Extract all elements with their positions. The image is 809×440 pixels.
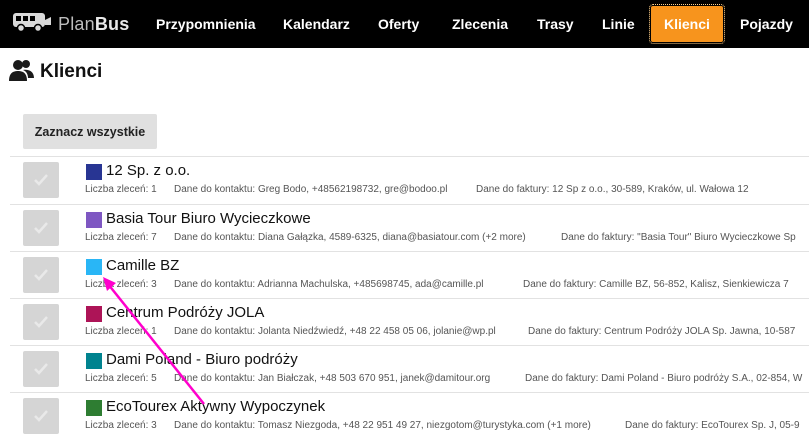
invoice-details: Dane do faktury: Camille BZ, 56-852, Kal…: [523, 279, 789, 290]
nav-item-kalendarz[interactable]: Kalendarz: [283, 6, 350, 42]
nav-item-trasy[interactable]: Trasy: [537, 6, 574, 42]
invoice-details: Dane do faktury: EcoTourex Sp. J, 05-9: [625, 420, 800, 431]
check-icon: [34, 410, 48, 422]
client-name[interactable]: Dami Poland - Biuro podróży: [106, 351, 298, 368]
invoice-details: Dane do faktury: 12 Sp z o.o., 30-589, K…: [476, 184, 749, 195]
nav-item-linie[interactable]: Linie: [602, 6, 635, 42]
brand-logo[interactable]: PlanBus: [12, 0, 129, 48]
nav-item-przypomnienia[interactable]: Przypomnienia: [156, 6, 256, 42]
contact-details: Dane do kontaktu: Tomasz Niezgoda, +48 2…: [174, 420, 591, 431]
orders-count: Liczba zleceń: 1: [85, 184, 157, 195]
contact-details: Dane do kontaktu: Diana Gałązka, 4589-63…: [174, 232, 526, 243]
check-icon: [34, 222, 48, 234]
client-color-swatch: [86, 400, 102, 416]
check-icon: [34, 316, 48, 328]
orders-count: Liczba zleceń: 3: [85, 420, 157, 431]
select-all-button[interactable]: Zaznacz wszystkie: [23, 114, 157, 149]
client-row[interactable]: Basia Tour Biuro Wycieczkowe Liczba zlec…: [10, 204, 809, 252]
client-name[interactable]: Basia Tour Biuro Wycieczkowe: [106, 210, 311, 227]
page-header: Klienci: [9, 58, 102, 86]
check-icon: [34, 174, 48, 186]
bus-logo-icon: [12, 10, 52, 39]
nav-item-zlecenia[interactable]: Zlecenia: [452, 6, 508, 42]
check-icon: [34, 363, 48, 375]
contact-details: Dane do kontaktu: Adrianna Machulska, +4…: [174, 279, 484, 290]
nav-item-pojazdy[interactable]: Pojazdy: [740, 6, 793, 42]
row-checkbox[interactable]: [23, 210, 59, 246]
check-icon: [34, 269, 48, 281]
row-checkbox[interactable]: [23, 398, 59, 434]
contact-details: Dane do kontaktu: Jolanta Niedźwiedź, +4…: [174, 326, 496, 337]
client-row[interactable]: EcoTourex Aktywny Wypoczynek Liczba zlec…: [10, 392, 809, 440]
brand-name: PlanBus: [58, 13, 130, 34]
client-color-swatch: [86, 353, 102, 369]
client-color-swatch: [86, 212, 102, 228]
invoice-details: Dane do faktury: Dami Poland - Biuro pod…: [525, 373, 803, 384]
client-color-swatch: [86, 259, 102, 275]
page-title: Klienci: [40, 61, 103, 82]
nav-item-klienci[interactable]: Klienci: [649, 4, 725, 44]
invoice-details: Dane do faktury: Centrum Podróży JOLA Sp…: [528, 326, 796, 337]
users-icon: [9, 58, 35, 87]
client-color-swatch: [86, 306, 102, 322]
row-checkbox[interactable]: [23, 162, 59, 198]
row-checkbox[interactable]: [23, 257, 59, 293]
orders-count: Liczba zleceń: 1: [85, 326, 157, 337]
client-row[interactable]: Centrum Podróży JOLA Liczba zleceń: 1 Da…: [10, 298, 809, 346]
orders-count: Liczba zleceń: 5: [85, 373, 157, 384]
invoice-details: Dane do faktury: "Basia Tour" Biuro Wyci…: [561, 232, 796, 243]
contact-details: Dane do kontaktu: Jan Białczak, +48 503 …: [174, 373, 491, 384]
client-name[interactable]: Centrum Podróży JOLA: [106, 304, 264, 321]
nav-item-oferty[interactable]: Oferty: [378, 6, 419, 42]
client-name[interactable]: 12 Sp. z o.o.: [106, 162, 190, 179]
row-checkbox[interactable]: [23, 304, 59, 340]
client-row[interactable]: Dami Poland - Biuro podróży Liczba zlece…: [10, 345, 809, 393]
client-name[interactable]: EcoTourex Aktywny Wypoczynek: [106, 398, 325, 415]
client-name[interactable]: Camille BZ: [106, 257, 179, 274]
top-navbar: PlanBus Przypomnienia Kalendarz Oferty Z…: [0, 0, 809, 48]
client-row[interactable]: 12 Sp. z o.o. Liczba zleceń: 1 Dane do k…: [10, 156, 809, 204]
contact-details: Dane do kontaktu: Greg Bodo, +4856219873…: [174, 184, 448, 195]
orders-count: Liczba zleceń: 3: [85, 279, 157, 290]
orders-count: Liczba zleceń: 7: [85, 232, 157, 243]
client-color-swatch: [86, 164, 102, 180]
client-row[interactable]: Camille BZ Liczba zleceń: 3 Dane do kont…: [10, 251, 809, 299]
row-checkbox[interactable]: [23, 351, 59, 387]
